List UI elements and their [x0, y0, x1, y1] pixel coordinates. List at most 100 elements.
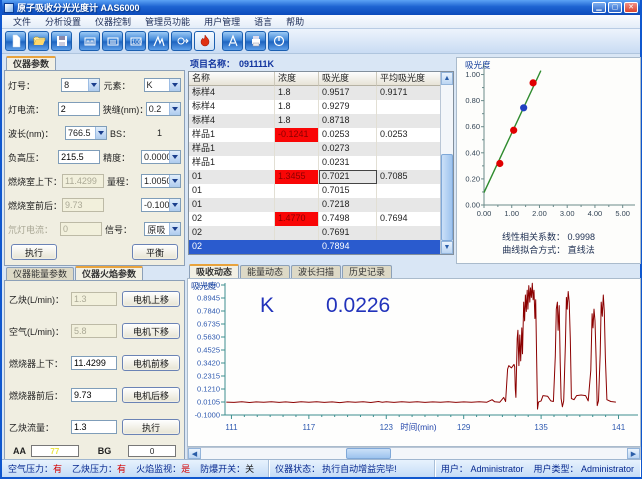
lamp-current-input[interactable]: [58, 102, 100, 116]
chevron-down-icon[interactable]: [169, 199, 180, 211]
burner-position-icon[interactable]: [102, 31, 123, 51]
execute-button[interactable]: 执行: [11, 244, 57, 260]
table-cell: [377, 156, 442, 170]
table-cell: 0.0231: [319, 156, 377, 170]
scroll-right-icon[interactable]: ▶: [627, 448, 640, 459]
svg-text:2.00: 2.00: [532, 209, 547, 218]
tab-dynamics-0[interactable]: 吸收动态: [189, 264, 239, 278]
menu-item-5[interactable]: 语言: [247, 15, 279, 28]
energy-setup-icon[interactable]: 100: [125, 31, 146, 51]
horizontal-scrollbar[interactable]: ◀ ▶: [187, 447, 641, 460]
neg-hv-input[interactable]: [58, 150, 100, 164]
svg-text:111: 111: [225, 423, 238, 432]
menu-item-1[interactable]: 分析设置: [38, 15, 88, 28]
chevron-down-icon[interactable]: [169, 175, 180, 187]
table-cell: 0.9517: [319, 86, 377, 100]
menu-item-4[interactable]: 用户管理: [197, 15, 247, 28]
table-row[interactable]: 020.7691: [189, 226, 453, 240]
motor-button-0[interactable]: 电机上移: [122, 291, 180, 307]
balance-button[interactable]: 平衡: [132, 244, 178, 260]
motor-button-1[interactable]: 电机下移: [122, 323, 180, 339]
new-document-icon[interactable]: [5, 31, 26, 51]
table-cell: [377, 114, 442, 128]
chevron-down-icon[interactable]: [169, 223, 180, 235]
d2-current-label: 氘灯电流：: [8, 223, 60, 236]
table-cell: 0.0273: [319, 142, 377, 156]
column-header[interactable]: 名称: [189, 72, 275, 86]
motor-button-4[interactable]: 执行: [122, 419, 180, 435]
chevron-down-icon[interactable]: [88, 79, 99, 91]
aa-label: AA: [13, 446, 26, 456]
scroll-down-icon[interactable]: ▼: [441, 241, 453, 254]
save-icon[interactable]: [51, 31, 72, 51]
menu-item-2[interactable]: 仪器控制: [88, 15, 138, 28]
tab-dynamics-1[interactable]: 能量动态: [240, 265, 290, 278]
table-row[interactable]: 样品10.0231: [189, 156, 453, 170]
maximize-button[interactable]: ▢: [608, 2, 622, 13]
slit-select[interactable]: 0.2: [146, 102, 181, 116]
offset-select[interactable]: -0.1000: [141, 198, 181, 212]
tab-dynamics-3[interactable]: 历史记录: [342, 265, 392, 278]
column-header[interactable]: 浓度: [275, 72, 319, 86]
lamp-setup-icon[interactable]: [79, 31, 100, 51]
chevron-down-icon[interactable]: [169, 103, 180, 115]
table-row[interactable]: 样品1-0.12410.02530.0253: [189, 128, 453, 142]
menu-item-0[interactable]: 文件: [6, 15, 38, 28]
table-vertical-scrollbar[interactable]: ▲ ▼: [440, 72, 453, 254]
lamp-adjust-icon[interactable]: [171, 31, 192, 51]
table-row[interactable]: 011.34550.70210.7085: [189, 170, 453, 184]
flame-params-panel: 仪器能量参数仪器火焰参数 乙炔(L/min)：电机上移空气(L/min)：电机下…: [4, 266, 185, 459]
minimize-button[interactable]: ▁: [592, 2, 606, 13]
signal-select[interactable]: 原吸: [144, 222, 181, 236]
table-cell: [377, 100, 442, 114]
statusbar: 空气压力：有 乙炔压力：有 火焰监视：是 防爆开关：关 仪器状态：执行自动增益完…: [2, 459, 640, 477]
tab-instrument-params[interactable]: 仪器参数: [6, 56, 56, 70]
printer-icon[interactable]: [245, 31, 266, 51]
tab-flame-1[interactable]: 仪器火焰参数: [75, 266, 143, 280]
svg-text:0.7840: 0.7840: [197, 307, 220, 316]
lamp-no-select[interactable]: 8: [61, 78, 100, 92]
table-row[interactable]: 020.7894: [189, 240, 453, 254]
svg-text:5.00: 5.00: [615, 209, 630, 218]
range-select[interactable]: 1.0050: [141, 174, 181, 188]
table-row[interactable]: 样品10.0273: [189, 142, 453, 156]
menu-item-6[interactable]: 帮助: [279, 15, 311, 28]
open-folder-icon[interactable]: [28, 31, 49, 51]
column-header[interactable]: 吸光度: [319, 72, 377, 86]
autosampler-icon[interactable]: [222, 31, 243, 51]
table-row[interactable]: 010.7015: [189, 184, 453, 198]
flame-param-input[interactable]: [71, 420, 117, 434]
table-row[interactable]: 010.7218: [189, 198, 453, 212]
scrollbar-thumb[interactable]: [441, 154, 453, 241]
scrollbar-thumb[interactable]: [346, 448, 391, 459]
table-cell: [275, 226, 319, 240]
chevron-down-icon[interactable]: [169, 151, 180, 163]
flame-onoff-icon[interactable]: [194, 31, 215, 51]
menu-item-3[interactable]: 管理员功能: [138, 15, 197, 28]
wavelength-select[interactable]: 766.5: [65, 126, 107, 140]
close-button[interactable]: ✕: [624, 2, 638, 13]
table-row[interactable]: 标样41.80.9279: [189, 100, 453, 114]
chevron-down-icon[interactable]: [169, 79, 180, 91]
table-cell: [275, 240, 319, 254]
element-select[interactable]: K: [144, 78, 181, 92]
motor-button-2[interactable]: 电机前移: [122, 355, 180, 371]
column-header[interactable]: 平均吸光度: [377, 72, 442, 86]
table-row[interactable]: 021.47700.74980.7694: [189, 212, 453, 226]
peak-search-icon[interactable]: [148, 31, 169, 51]
table-row[interactable]: 标样41.80.95170.9171: [189, 86, 453, 100]
table-cell: [275, 184, 319, 198]
chevron-down-icon[interactable]: [95, 127, 106, 139]
flame-param-input[interactable]: [71, 356, 117, 370]
tab-dynamics-2[interactable]: 波长扫描: [291, 265, 341, 278]
svg-text:129: 129: [457, 423, 471, 432]
precision-select[interactable]: 0.0000: [141, 150, 181, 164]
scroll-up-icon[interactable]: ▲: [441, 72, 453, 85]
power-icon[interactable]: [268, 31, 289, 51]
table-row[interactable]: 标样41.80.8718: [189, 114, 453, 128]
scroll-left-icon[interactable]: ◀: [188, 448, 201, 459]
tab-flame-0[interactable]: 仪器能量参数: [6, 267, 74, 280]
flame-param-input[interactable]: [71, 388, 117, 402]
motor-button-3[interactable]: 电机后移: [122, 387, 180, 403]
svg-text:K: K: [260, 294, 274, 317]
